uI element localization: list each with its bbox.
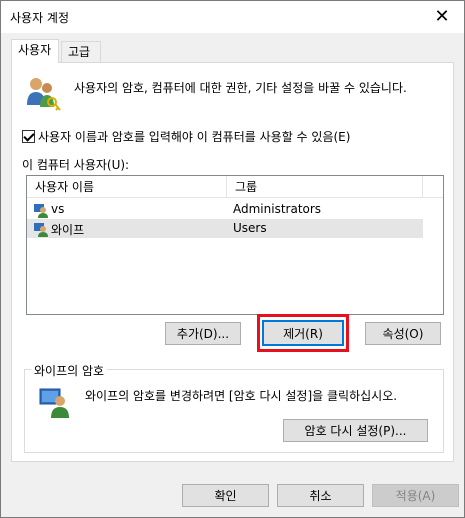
users-listview[interactable]: 사용자 이름 그룹 vs Administrators 와이프 Users xyxy=(26,175,444,315)
require-login-label: 사용자 이름과 암호를 입력해야 이 컴퓨터를 사용할 수 있음(E) xyxy=(38,130,351,144)
user-account-icon xyxy=(34,223,48,237)
list-row-wife[interactable]: 와이프 Users xyxy=(27,219,423,238)
users-keys-icon xyxy=(27,78,61,111)
remove-user-button[interactable]: 제거(R) xyxy=(262,320,344,346)
cancel-button[interactable]: 취소 xyxy=(277,484,364,507)
close-icon: ✕ xyxy=(434,5,450,27)
checkbox-checked-icon[interactable] xyxy=(22,130,35,143)
user-monitor-icon xyxy=(39,388,69,418)
row-username: 와이프 xyxy=(51,223,85,237)
reset-password-button[interactable]: 암호 다시 설정(P)... xyxy=(283,419,428,442)
users-tab-panel: 사용자의 암호, 컴퓨터에 대한 권한, 기타 설정을 바꿀 수 있습니다. 사… xyxy=(11,62,454,462)
list-header: 사용자 이름 그룹 xyxy=(27,176,443,198)
add-user-button[interactable]: 추가(D)... xyxy=(165,322,241,345)
properties-button[interactable]: 속성(O) xyxy=(365,322,441,345)
title-bar: 사용자 계정 ✕ xyxy=(1,1,464,33)
close-button[interactable]: ✕ xyxy=(420,1,464,31)
tab-users[interactable]: 사용자 xyxy=(11,39,59,63)
tab-advanced[interactable]: 고급 xyxy=(61,41,101,63)
row-group: Users xyxy=(233,221,267,235)
ok-button[interactable]: 확인 xyxy=(182,484,269,507)
password-group-title: 와이프의 암호 xyxy=(31,362,108,379)
require-login-checkbox[interactable]: 사용자 이름과 암호를 입력해야 이 컴퓨터를 사용할 수 있음(E) xyxy=(22,128,350,145)
users-list-label: 이 컴퓨터 사용자(U): xyxy=(22,158,130,172)
row-username: vs xyxy=(51,202,65,216)
intro-text: 사용자의 암호, 컴퓨터에 대한 권한, 기타 설정을 바꿀 수 있습니다. xyxy=(74,81,407,95)
password-group: 와이프의 암호 와이프의 암호를 변경하려면 [암호 다시 설정]을 클릭하십시… xyxy=(24,362,444,453)
password-instruction-text: 와이프의 암호를 변경하려면 [암호 다시 설정]을 클릭하십시오. xyxy=(85,389,398,403)
window-title: 사용자 계정 xyxy=(10,11,70,25)
apply-button[interactable]: 적용(A) xyxy=(372,484,459,507)
column-header-username[interactable]: 사용자 이름 xyxy=(27,176,227,198)
user-accounts-dialog: 사용자 계정 ✕ 사용자 고급 사용자의 암호, 컴퓨터에 대한 권한, 기타 … xyxy=(0,0,465,518)
column-header-group[interactable]: 그룹 xyxy=(227,176,423,198)
user-account-icon xyxy=(34,204,48,218)
row-group: Administrators xyxy=(233,202,322,216)
list-row-vs[interactable]: vs Administrators xyxy=(27,200,423,219)
